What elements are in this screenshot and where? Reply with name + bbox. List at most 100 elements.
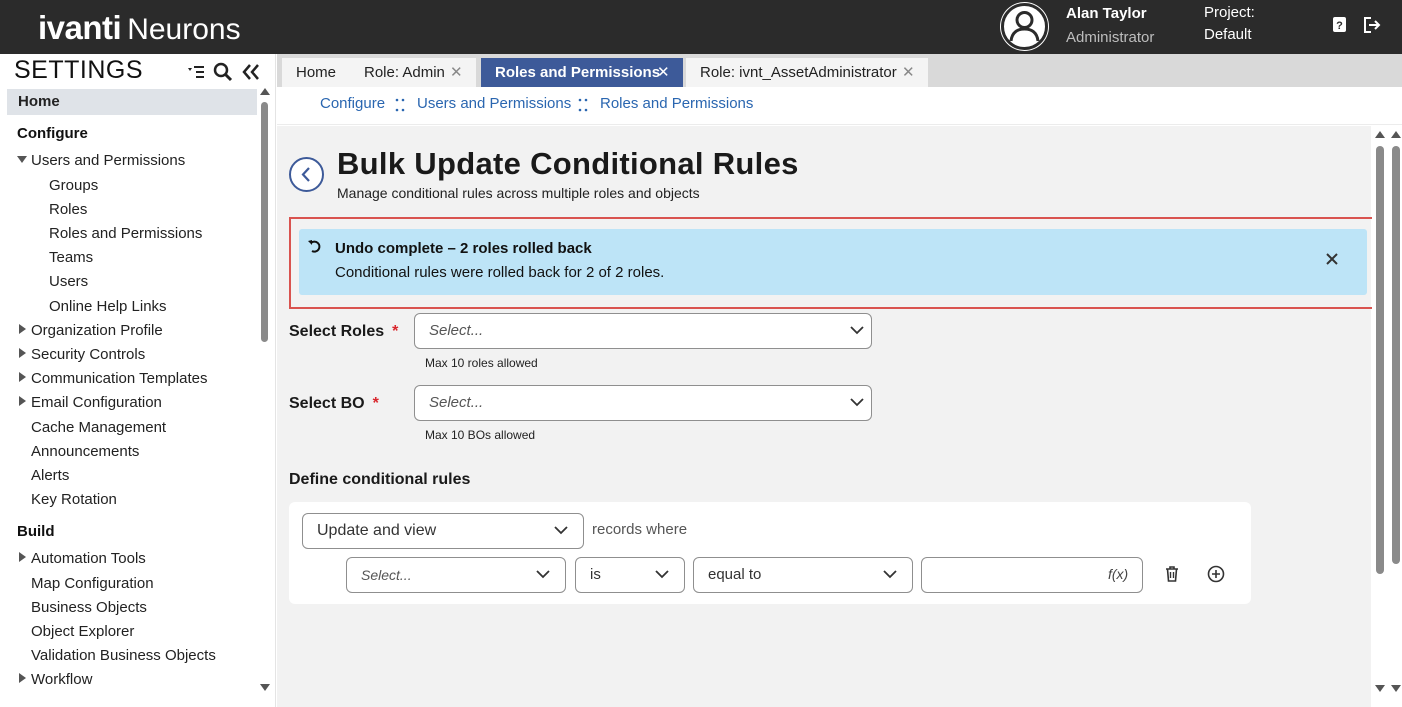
tab-close-icon[interactable]: ✕ — [657, 58, 670, 87]
help-icon[interactable]: ? — [1331, 16, 1349, 34]
collapsed-arrow-icon[interactable] — [19, 348, 26, 358]
scroll-up-icon[interactable] — [1391, 131, 1401, 138]
tab-roles-and-permissions[interactable]: Roles and Permissions ✕ — [481, 58, 683, 87]
select-bo-dropdown[interactable]: Select... — [414, 385, 872, 421]
svg-text:?: ? — [1336, 20, 1343, 32]
scroll-up-icon[interactable] — [1375, 131, 1385, 138]
sidebar-item-announcements[interactable]: Announcements — [31, 442, 139, 462]
main-panel: Bulk Update Conditional Rules Manage con… — [277, 126, 1374, 707]
select-roles-label-text: Select Roles — [289, 323, 385, 340]
undo-icon — [308, 240, 321, 253]
rule-comparison-value: equal to — [708, 566, 762, 583]
rule-operator-value: is — [590, 566, 601, 583]
breadcrumb-separator-icon — [578, 98, 588, 112]
main-scrollbar[interactable] — [1372, 126, 1402, 707]
sidebar-heading-configure[interactable]: Configure — [17, 124, 88, 144]
collapse-double-chevron-icon[interactable] — [241, 62, 261, 82]
sidebar-item-automation-tools[interactable]: Automation Tools — [31, 549, 146, 569]
sidebar-item-email-configuration[interactable]: Email Configuration — [31, 393, 162, 413]
page-scroll-thumb[interactable] — [1392, 146, 1400, 564]
chevron-down-icon — [536, 570, 550, 579]
sidebar-item-organization-profile[interactable]: Organization Profile — [31, 321, 163, 341]
brand-logo[interactable]: ivanti Neurons — [38, 8, 241, 50]
sidebar-item-validation-business-objects[interactable]: Validation Business Objects — [31, 646, 216, 666]
user-avatar-icon[interactable] — [1000, 2, 1049, 51]
sidebar-scroll-thumb[interactable] — [261, 102, 268, 342]
select-bo-hint: Max 10 BOs allowed — [425, 428, 536, 442]
tree-toggle-icon[interactable] — [186, 62, 206, 82]
rule-comparison-dropdown[interactable]: equal to — [693, 557, 913, 593]
tab-close-icon[interactable]: ✕ — [450, 58, 463, 87]
logout-icon[interactable] — [1363, 16, 1381, 34]
collapsed-arrow-icon[interactable] — [19, 552, 26, 562]
sidebar-item-users[interactable]: Users — [49, 272, 88, 292]
breadcrumb-separator-icon — [395, 98, 405, 112]
select-bo-label: Select BO * — [289, 395, 379, 413]
chevron-down-icon — [850, 398, 864, 407]
sidebar-item-online-help-links[interactable]: Online Help Links — [49, 297, 167, 317]
user-role: Administrator — [1066, 29, 1155, 46]
chevron-down-icon — [655, 570, 669, 579]
chevron-left-icon — [301, 167, 310, 182]
sidebar-item-cache-management[interactable]: Cache Management — [31, 418, 166, 438]
rule-field-dropdown[interactable]: Select... — [346, 557, 566, 593]
tab-role-admin[interactable]: Role: Admin ✕ — [350, 58, 476, 87]
sidebar-item-roles[interactable]: Roles — [49, 200, 87, 220]
sidebar-item-object-explorer[interactable]: Object Explorer — [31, 622, 134, 642]
sidebar-item-alerts[interactable]: Alerts — [31, 466, 69, 486]
breadcrumb-roles-and-permissions[interactable]: Roles and Permissions — [600, 95, 753, 112]
scroll-down-icon[interactable] — [1375, 685, 1385, 692]
function-fx-icon[interactable]: f(x) — [1108, 566, 1128, 582]
collapsed-arrow-icon[interactable] — [19, 372, 26, 382]
sidebar-scrollbar[interactable] — [258, 88, 272, 693]
sidebar-item-map-configuration[interactable]: Map Configuration — [31, 574, 154, 594]
sidebar-item-communication-templates[interactable]: Communication Templates — [31, 369, 207, 389]
sidebar-item-users-and-permissions[interactable]: Users and Permissions — [31, 151, 185, 171]
sidebar-item-home[interactable]: Home — [7, 89, 257, 115]
project-value[interactable]: Default — [1204, 26, 1252, 43]
project-label: Project: — [1204, 4, 1255, 21]
expand-arrow-icon[interactable] — [17, 156, 27, 163]
user-name[interactable]: Alan Taylor — [1066, 5, 1147, 22]
search-icon[interactable] — [213, 62, 233, 82]
sidebar-item-groups[interactable]: Groups — [49, 176, 98, 196]
add-circle-icon[interactable] — [1206, 564, 1226, 584]
breadcrumb-configure[interactable]: Configure — [320, 95, 385, 112]
records-where-text: records where — [592, 521, 688, 538]
close-icon[interactable] — [1321, 248, 1343, 270]
sidebar-item-roles-and-permissions[interactable]: Roles and Permissions — [49, 224, 202, 244]
scroll-down-icon[interactable] — [1391, 685, 1401, 692]
scroll-up-icon[interactable] — [260, 88, 270, 95]
sidebar-item-key-rotation[interactable]: Key Rotation — [31, 490, 117, 510]
page-title: Bulk Update Conditional Rules — [337, 146, 799, 181]
select-roles-dropdown[interactable]: Select... — [414, 313, 872, 349]
sidebar-item-business-objects[interactable]: Business Objects — [31, 598, 147, 618]
select-roles-hint: Max 10 roles allowed — [425, 356, 538, 370]
sidebar-heading-build[interactable]: Build — [17, 522, 55, 542]
sidebar-item-teams[interactable]: Teams — [49, 248, 93, 268]
tab-label: Role: Admin — [364, 64, 445, 81]
scroll-down-icon[interactable] — [260, 684, 270, 691]
back-button[interactable] — [289, 157, 324, 192]
select-roles-placeholder: Select... — [429, 322, 484, 339]
tab-role-ivnt-assetadministrator[interactable]: Role: ivnt_AssetAdministrator ✕ — [686, 58, 928, 87]
collapsed-arrow-icon[interactable] — [19, 673, 26, 683]
required-marker: * — [392, 323, 399, 340]
collapsed-arrow-icon[interactable] — [19, 396, 26, 406]
chevron-down-icon — [850, 326, 864, 335]
rule-action-dropdown[interactable]: Update and view — [302, 513, 584, 549]
tab-label: Home — [296, 64, 337, 81]
rule-value-input[interactable]: f(x) — [921, 557, 1143, 593]
sidebar-item-security-controls[interactable]: Security Controls — [31, 345, 145, 365]
collapsed-arrow-icon[interactable] — [19, 324, 26, 334]
sidebar-item-workflow[interactable]: Workflow — [31, 670, 92, 690]
trash-icon[interactable] — [1162, 564, 1182, 584]
settings-title: SETTINGS — [14, 56, 144, 84]
banner-message: Conditional rules were rolled back for 2… — [335, 264, 665, 281]
tab-bar: Home Role: Admin ✕ Roles and Permissions… — [277, 54, 1402, 87]
tab-home[interactable]: Home — [282, 58, 350, 87]
rule-operator-dropdown[interactable]: is — [575, 557, 685, 593]
tab-close-icon[interactable]: ✕ — [902, 58, 915, 87]
breadcrumb-users-and-permissions[interactable]: Users and Permissions — [417, 95, 571, 112]
main-scroll-thumb[interactable] — [1376, 146, 1384, 574]
